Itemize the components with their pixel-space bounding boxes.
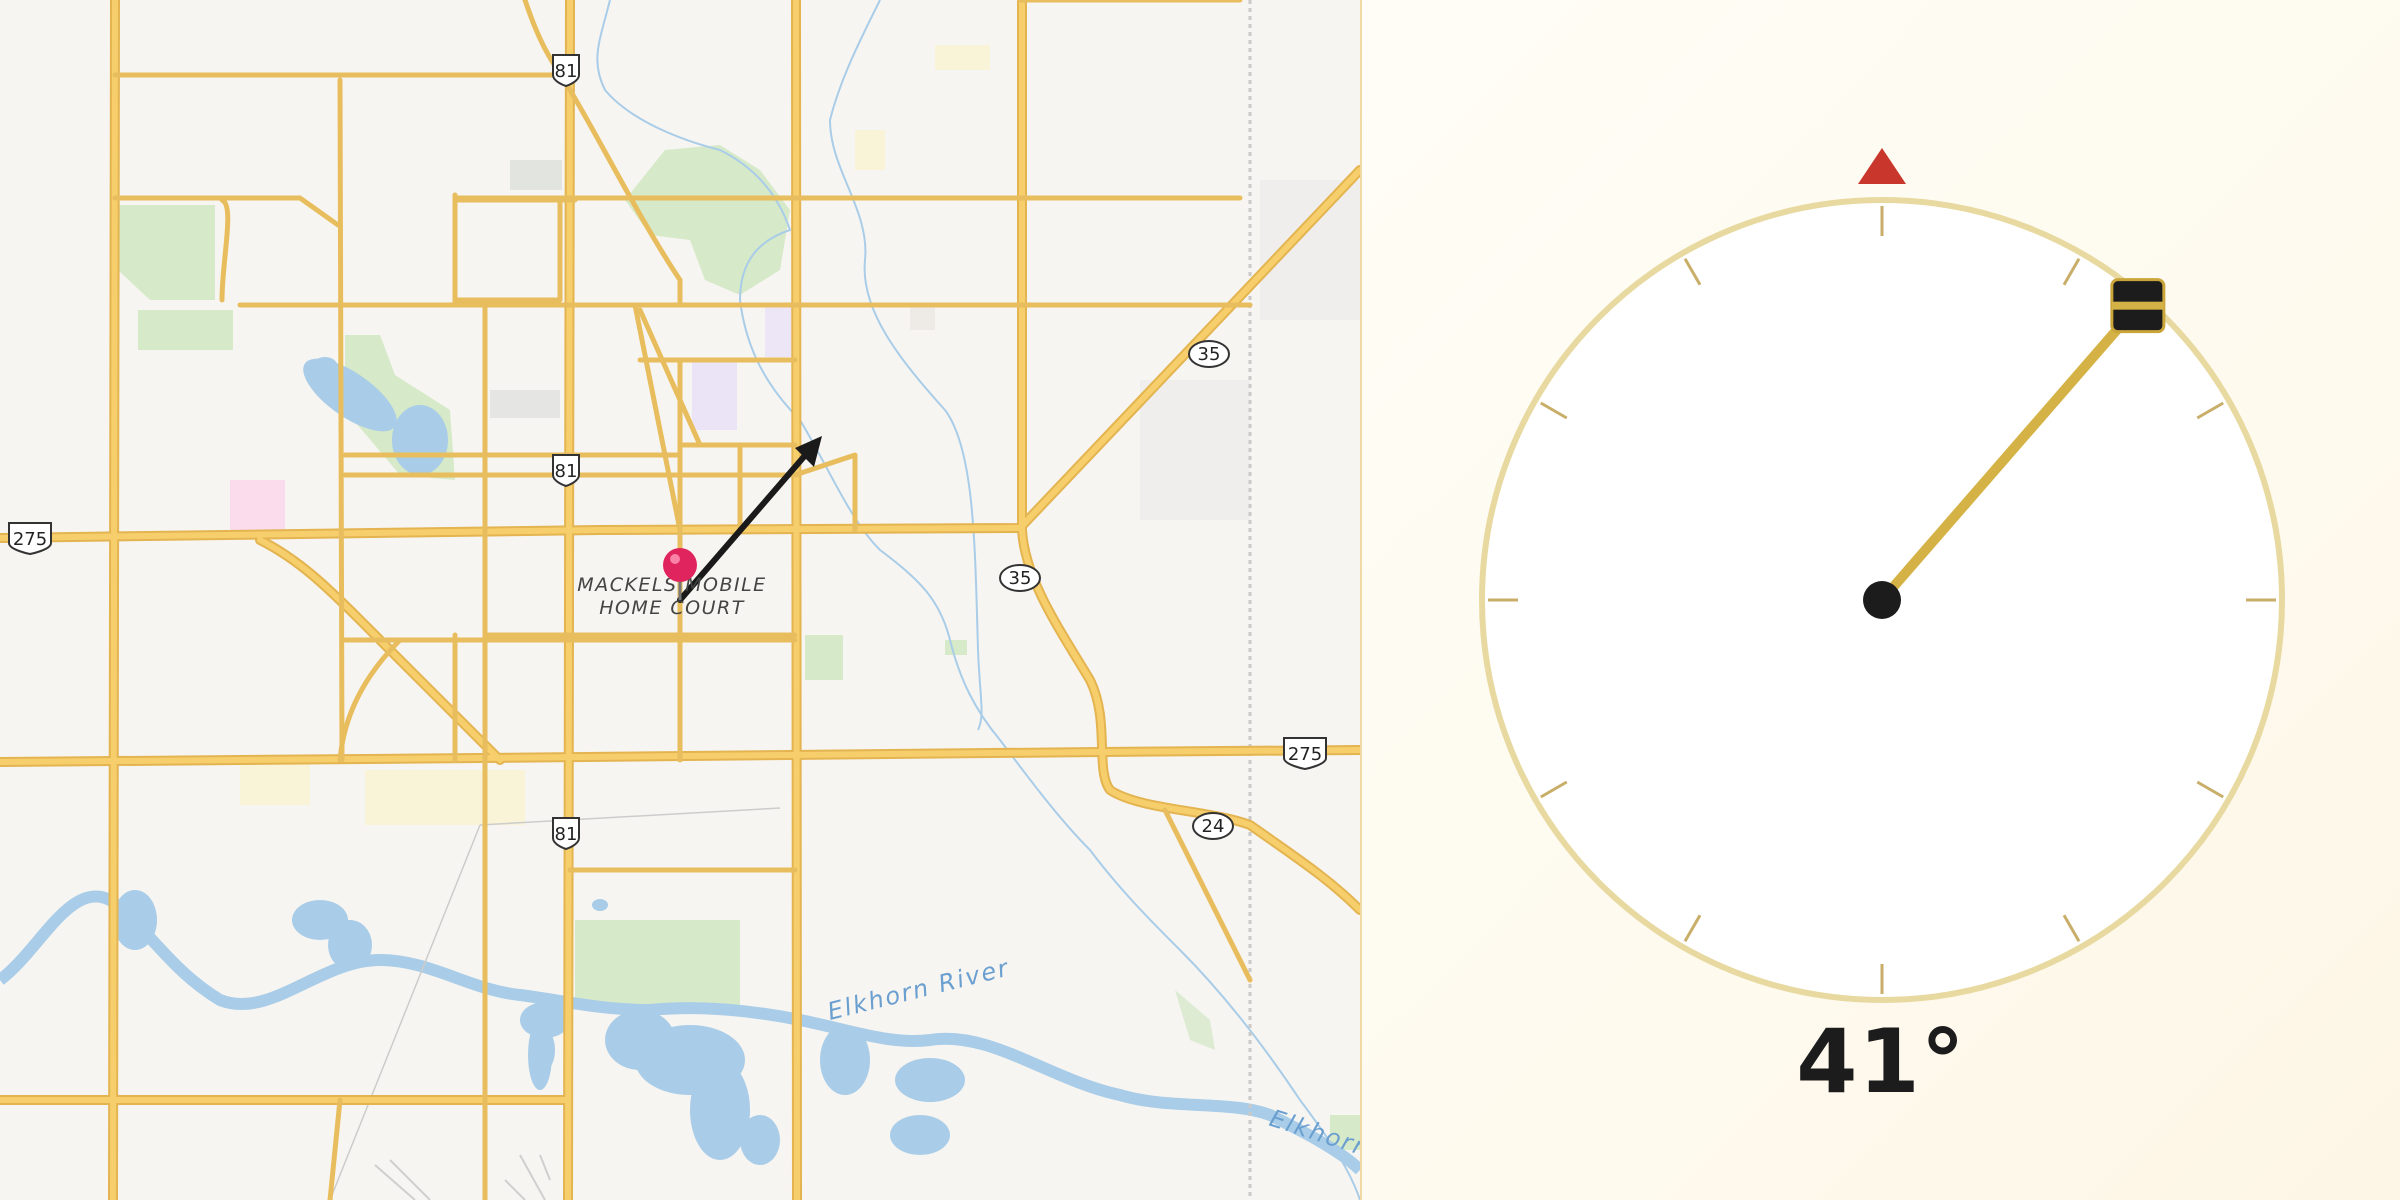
park-area xyxy=(575,920,740,1005)
building-block xyxy=(240,760,310,805)
us-275-shield: 275 xyxy=(8,522,52,556)
compass-panel: 41° xyxy=(1362,0,2400,1200)
park-area xyxy=(945,640,967,655)
map-canvas[interactable]: 81 81 81 275 275 35 35 24 Elkhorn River … xyxy=(0,0,1360,1200)
commercial-area xyxy=(230,480,285,535)
us-81-shield: 81 xyxy=(552,817,580,851)
building-block xyxy=(490,390,560,418)
state-35-shield: 35 xyxy=(1188,340,1230,368)
us-81-shield: 81 xyxy=(552,54,580,88)
poi-label-line2: HOME COURT xyxy=(599,597,745,619)
svg-text:81: 81 xyxy=(555,61,578,82)
svg-text:275: 275 xyxy=(13,529,47,550)
svg-text:35: 35 xyxy=(1009,568,1032,589)
land-block xyxy=(1260,180,1360,320)
north-marker xyxy=(1858,148,1906,184)
building-block xyxy=(935,45,990,70)
state-35-shield: 35 xyxy=(999,564,1041,592)
park-area xyxy=(805,635,843,680)
compass-pivot xyxy=(1863,581,1901,619)
park-area xyxy=(138,310,233,350)
svg-text:81: 81 xyxy=(555,824,578,845)
needle-drag-handle[interactable] xyxy=(2110,278,2166,334)
building-block xyxy=(692,360,737,430)
us-275-shield: 275 xyxy=(1283,737,1327,771)
svg-text:275: 275 xyxy=(1288,744,1322,765)
us-81-shield: 81 xyxy=(552,454,580,488)
building-block xyxy=(910,305,935,330)
building-block xyxy=(855,130,885,170)
svg-text:35: 35 xyxy=(1198,344,1221,365)
building-block xyxy=(510,160,562,190)
state-24-shield: 24 xyxy=(1192,812,1234,840)
building-block xyxy=(365,770,525,825)
map-view[interactable]: 81 81 81 275 275 35 35 24 Elkhorn River … xyxy=(0,0,1362,1200)
svg-text:24: 24 xyxy=(1202,816,1225,837)
land-block xyxy=(1140,380,1250,520)
building-block xyxy=(765,305,795,357)
svg-text:81: 81 xyxy=(555,461,578,482)
heading-readout: 41° xyxy=(1796,1010,1966,1113)
